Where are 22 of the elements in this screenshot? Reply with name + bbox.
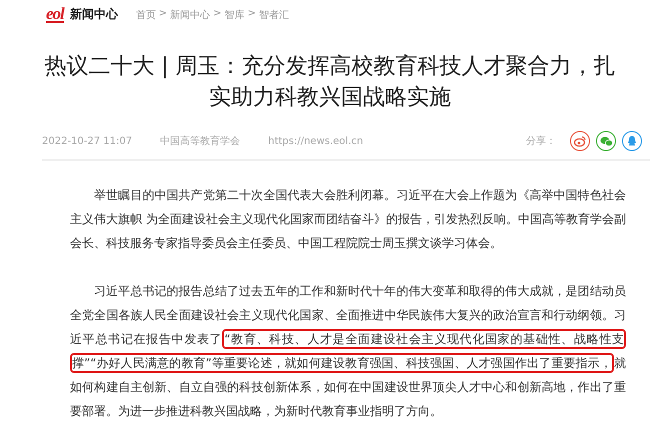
share-button[interactable] [622, 131, 642, 151]
breadcrumb-link[interactable]: 智库 [224, 8, 245, 22]
article-paragraph: 举世瞩目的中国共产党第二十次全国代表大会胜利闭幕。习近平在大会上作题为《高举中国特色社会主义伟大旗帜 为全面建设社会主义现代化国家而团结奋斗》的报告，引发热烈反响。中国高等教育学会副会长、科技服务专家指导委员会主任委员、中国工程院院士周玉撰文谈学习体会。 [70, 187, 626, 252]
breadcrumb-link[interactable]: 首页 [136, 8, 156, 22]
article-title: 热议二十大 | 周玉：充分发挥高校教育科技人才聚合力，扎实助力科教兴国战略实施 [43, 53, 617, 112]
logo[interactable]: eol [46, 6, 64, 22]
penguin-icon [627, 135, 637, 147]
section-title: 新闻中心 [70, 6, 118, 23]
source-url: https://news.eol.cn [268, 136, 364, 146]
share-label: 分享： [526, 134, 556, 148]
article-paragraph: 习近平总书记的报告总结了过去五年的工作和新时代十年的伟大变革和取得的伟大成就，是团结动员全党全国各族人民全面建设社会主义现代化国家、全面推进中华民族伟大复兴的政治宣言和行动纲领。习近平总书记在报告中发表了 “教育、科技、人才是全面建设社会主义现代化国家的基础性、战略性支撑”“办好人民满意的教育”等重要论述，就如何建设教育强国、科技强国、人才强国作出了重要指示， 就如何构建自主创新、自立自强的科技创新体系，如何在中国建设世界顶尖人才中心和创新高地，作出了重要部署。为进一步推进科教兴国战略，为新时代教育事业指明了方向。 [70, 283, 626, 420]
weibo-icon [574, 136, 586, 146]
share-button[interactable] [570, 131, 590, 151]
breadcrumb-separator: > [248, 8, 256, 20]
breadcrumb-separator: > [158, 8, 168, 20]
chat-bubbles-icon [600, 136, 612, 146]
share-button[interactable] [596, 131, 616, 151]
publish-date: 2022-10-27 11:07 [42, 136, 132, 146]
breadcrumb-link[interactable]: 新闻中心 [170, 8, 210, 22]
breadcrumb-separator: > [213, 8, 222, 20]
article-source: 中国高等教育学会 [160, 134, 240, 148]
breadcrumb-link[interactable]: 智者汇 [258, 8, 289, 22]
